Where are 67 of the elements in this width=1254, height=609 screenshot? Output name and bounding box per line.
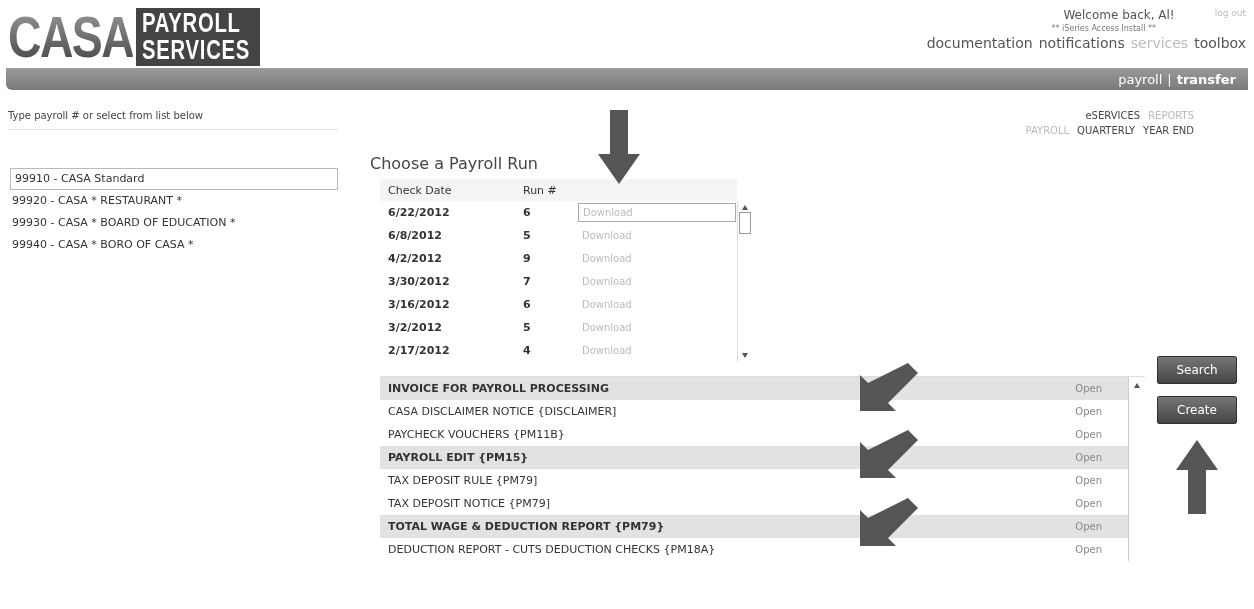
report-name: PAYROLL EDIT {PM15} <box>388 451 529 464</box>
report-row[interactable]: TAX DEPOSIT NOTICE {PM79] Open <box>380 492 1128 515</box>
report-name: CASA DISCLAIMER NOTICE {DISCLAIMER] <box>388 405 617 418</box>
report-name: DEDUCTION REPORT - CUTS DEDUCTION CHECKS {PM18A} <box>388 543 716 556</box>
table-cell-text: 4/2/2012 <box>387 252 443 265</box>
separator: | <box>1167 71 1172 87</box>
nav-link[interactable]: documentation <box>926 35 1033 51</box>
open-link[interactable]: Open <box>1075 475 1102 486</box>
open-link[interactable]: Open <box>1075 452 1102 463</box>
menu-tab[interactable]: eSERVICES <box>1085 110 1141 121</box>
payroll-item[interactable]: 99910 - CASA Standard <box>10 168 338 190</box>
down-arrow-icon <box>598 110 640 184</box>
report-row[interactable]: DEDUCTION REPORT - CUTS DEDUCTION CHECKS {PM18A} Open <box>380 538 1128 561</box>
scrollbar[interactable] <box>737 201 752 362</box>
scroll-up-icon[interactable] <box>1134 383 1140 388</box>
open-link[interactable]: Open <box>1075 544 1102 555</box>
report-name: PAYCHECK VOUCHERS {PM11B} <box>388 428 565 441</box>
bar-link[interactable]: payroll <box>1118 71 1163 87</box>
open-link[interactable]: Open <box>1075 521 1102 532</box>
table-cell-text: 6 <box>523 206 532 219</box>
scroll-up-icon[interactable] <box>742 205 748 210</box>
open-link[interactable]: Open <box>1075 498 1102 509</box>
scroll-thumb[interactable] <box>739 212 751 234</box>
report-row[interactable]: INVOICE FOR PAYROLL PROCESSING Open <box>380 377 1128 400</box>
report-name: TAX DEPOSIT NOTICE {PM79] <box>388 497 550 510</box>
install-link[interactable]: ** iSeries Access Install ** <box>1051 24 1156 33</box>
payroll-item[interactable]: 99930 - CASA * BOARD OF EDUCATION * <box>8 212 338 234</box>
nav-link[interactable]: toolbox <box>1194 35 1246 51</box>
report-name: INVOICE FOR PAYROLL PROCESSING <box>388 382 609 395</box>
table-cell-text: 7 <box>523 275 532 288</box>
report-row[interactable]: CASA DISCLAIMER NOTICE {DISCLAIMER] Open <box>380 400 1128 423</box>
open-link[interactable]: Open <box>1075 429 1102 440</box>
bar-link[interactable]: transfer <box>1176 71 1236 87</box>
menu-tab[interactable]: QUARTERLY <box>1077 125 1136 136</box>
payroll-item[interactable]: 99940 - CASA * BORO OF CASA * <box>8 234 338 256</box>
table-cell-text: 5 <box>523 229 532 242</box>
report-name: TOTAL WAGE & DEDUCTION REPORT {PM79} <box>388 520 665 533</box>
open-link[interactable]: Open <box>1075 406 1102 417</box>
table-cell-text: 5 <box>523 321 532 334</box>
table-cell-text: 4 <box>523 344 532 357</box>
table-cell-text: 6 <box>523 298 532 311</box>
up-arrow-icon <box>1176 440 1218 514</box>
table-cell-text: 3/16/2012 <box>387 298 451 311</box>
menu-tab[interactable]: YEAR END <box>1143 125 1194 136</box>
report-name: TAX DEPOSIT RULE {PM79] <box>388 474 538 487</box>
table-cell-text: 6/8/2012 <box>387 229 443 242</box>
table-cell-text: 3/30/2012 <box>387 275 451 288</box>
report-row[interactable]: PAYCHECK VOUCHERS {PM11B} Open <box>380 423 1128 446</box>
table-cell-text: 2/17/2012 <box>387 344 451 357</box>
report-row[interactable]: TOTAL WAGE & DEDUCTION REPORT {PM79} Open <box>380 515 1128 538</box>
column-header: Check Date <box>387 183 453 197</box>
table-cell-text: 3/2/2012 <box>387 321 443 334</box>
action-button[interactable]: Create <box>1157 396 1237 424</box>
section-title: Choose a Payroll Run <box>370 154 539 173</box>
open-link[interactable]: Open <box>1075 383 1102 394</box>
scroll-down-icon[interactable] <box>742 353 748 358</box>
column-header: Run # <box>523 183 558 197</box>
nav-link[interactable]: notifications <box>1038 35 1125 51</box>
action-button[interactable]: Search <box>1157 356 1237 384</box>
table-cell-text: 9 <box>523 252 532 265</box>
welcome-text: Welcome back, Al! <box>1063 8 1175 22</box>
logo-box: PAYROLL SERVICES <box>136 8 261 66</box>
report-row[interactable]: TAX DEPOSIT RULE {PM79] Open <box>380 469 1128 492</box>
table-cell-text: 6/22/2012 <box>387 206 451 219</box>
prompt-text: Type payroll # or select from list below <box>8 110 338 130</box>
payroll-item[interactable]: 99920 - CASA * RESTAURANT * <box>8 190 338 212</box>
report-row[interactable]: PAYROLL EDIT {PM15} Open <box>380 446 1128 469</box>
